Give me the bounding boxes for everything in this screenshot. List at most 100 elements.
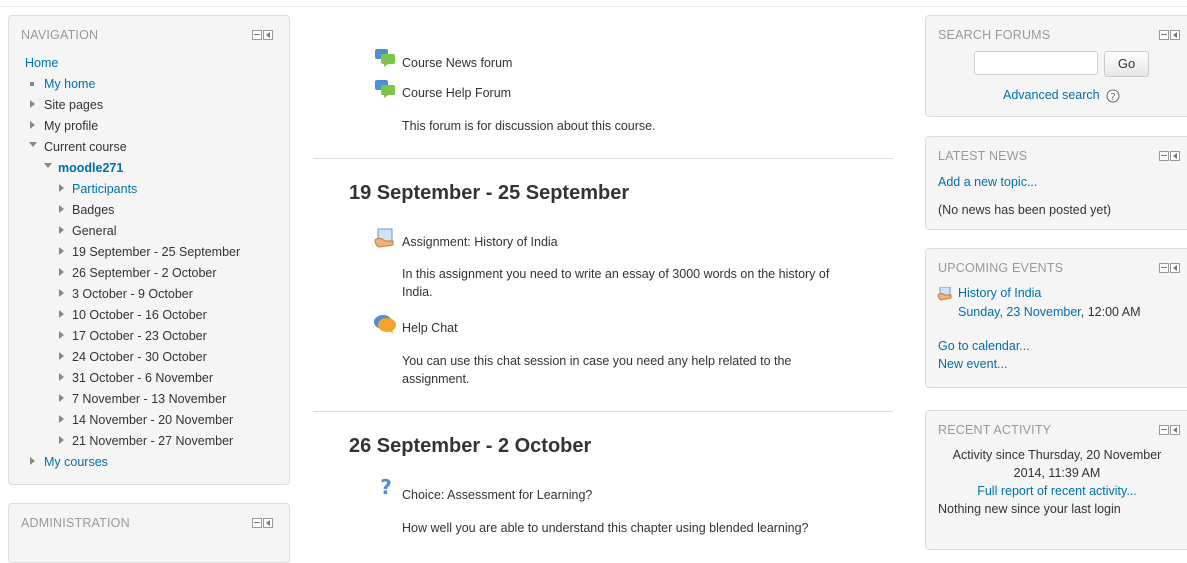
advanced-search-link[interactable]: Advanced search [1003, 88, 1100, 102]
nav-item-my-home[interactable]: My home [44, 77, 95, 91]
latest-news-block-controls [1159, 151, 1180, 161]
chat-description-line-2: assignment. [402, 372, 470, 386]
nav-item-week-2[interactable]: 26 September - 2 October [72, 266, 217, 280]
search-forums-title: SEARCH FORUMS [938, 28, 1051, 42]
expand-arrow-icon[interactable] [59, 436, 64, 444]
no-news-text: (No news has been posted yet) [938, 203, 1112, 217]
expand-arrow-icon[interactable] [30, 121, 35, 129]
expand-arrow-icon[interactable] [59, 352, 64, 360]
nav-item-site-pages[interactable]: Site pages [44, 98, 103, 112]
expand-arrow-icon[interactable] [59, 205, 64, 213]
activity-since-line-1: Activity since Thursday, 20 November [952, 448, 1162, 462]
event-date-link[interactable]: Sunday, 23 November [958, 305, 1081, 319]
recent-activity-block-controls [1159, 425, 1180, 435]
forum-icon [375, 80, 395, 98]
go-to-calendar-link[interactable]: Go to calendar... [938, 339, 1030, 353]
event-history-of-india-link[interactable]: History of India [958, 286, 1041, 300]
forum-icon [375, 49, 395, 67]
chat-description-line-1: You can use this chat session in case yo… [402, 354, 792, 368]
help-chat-link[interactable]: Help Chat [402, 319, 458, 337]
assignment-icon [374, 228, 394, 248]
expand-arrow-icon[interactable] [59, 289, 64, 297]
dock-icon[interactable] [263, 30, 273, 40]
question-icon: ? [380, 477, 392, 499]
dock-icon[interactable] [1170, 425, 1180, 435]
nav-home-link[interactable]: Home [25, 56, 58, 70]
nav-item-participants[interactable]: Participants [72, 182, 137, 196]
collapse-arrow-icon[interactable] [29, 142, 37, 147]
nav-item-week-3[interactable]: 3 October - 9 October [72, 287, 193, 301]
nav-item-week-7[interactable]: 31 October - 6 November [72, 371, 213, 385]
assignment-description-line-1: In this assignment you need to write an … [402, 267, 830, 281]
collapse-arrow-icon[interactable] [44, 163, 52, 168]
collapse-icon[interactable] [1159, 151, 1169, 161]
expand-arrow-icon[interactable] [59, 331, 64, 339]
event-date-line: Sunday, 23 November, 12:00 AM [958, 305, 1141, 319]
nav-item-week-8[interactable]: 7 November - 13 November [72, 392, 226, 406]
collapse-icon[interactable] [1159, 263, 1169, 273]
nav-item-week-10[interactable]: 21 November - 27 November [72, 434, 233, 448]
expand-arrow-icon[interactable] [30, 100, 35, 108]
bullet-icon [30, 82, 34, 86]
assignment-description-line-2: India. [402, 285, 433, 299]
expand-arrow-icon[interactable] [59, 226, 64, 234]
administration-block: ADMINISTRATION [8, 503, 290, 563]
new-event-link[interactable]: New event... [938, 357, 1007, 371]
nav-item-week-1[interactable]: 19 September - 25 September [72, 245, 240, 259]
nav-item-badges[interactable]: Badges [72, 203, 114, 217]
course-help-forum-link[interactable]: Course Help Forum [402, 84, 511, 102]
expand-arrow-icon[interactable] [59, 310, 64, 318]
expand-arrow-icon[interactable] [59, 268, 64, 276]
section-title-week-1: 19 September - 25 September [349, 182, 630, 204]
help-icon[interactable]: ? [1106, 89, 1120, 103]
top-divider [0, 6, 1187, 7]
nav-item-current-course[interactable]: Current course [44, 140, 127, 154]
nav-item-week-9[interactable]: 14 November - 20 November [72, 413, 233, 427]
nav-item-my-profile[interactable]: My profile [44, 119, 98, 133]
expand-arrow-icon[interactable] [59, 373, 64, 381]
nav-item-week-5[interactable]: 17 October - 23 October [72, 329, 207, 343]
dock-icon[interactable] [1170, 30, 1180, 40]
choice-description: How well you are able to understand this… [402, 521, 809, 535]
expand-arrow-icon[interactable] [30, 457, 35, 465]
event-time: , 12:00 AM [1080, 305, 1141, 319]
upcoming-events-title: UPCOMING EVENTS [938, 261, 1064, 275]
recent-activity-block: RECENT ACTIVITY Activity since Thursday,… [925, 410, 1187, 550]
assignment-history-of-india-link[interactable]: Assignment: History of India [402, 233, 558, 251]
collapse-icon[interactable] [252, 30, 262, 40]
expand-arrow-icon[interactable] [59, 247, 64, 255]
course-news-forum-link[interactable]: Course News forum [402, 54, 512, 72]
section-title-week-2: 26 September - 2 October [349, 435, 592, 457]
full-report-link[interactable]: Full report of recent activity... [926, 484, 1187, 498]
collapse-icon[interactable] [1159, 425, 1169, 435]
collapse-icon[interactable] [252, 518, 262, 528]
dock-icon[interactable] [1170, 151, 1180, 161]
chat-icon [374, 315, 396, 334]
dock-icon[interactable] [1170, 263, 1180, 273]
nav-item-week-6[interactable]: 24 October - 30 October [72, 350, 207, 364]
latest-news-block: LATEST NEWS Add a new topic... (No news … [925, 136, 1187, 230]
nav-item-week-4[interactable]: 10 October - 16 October [72, 308, 207, 322]
dock-icon[interactable] [263, 518, 273, 528]
recent-activity-title: RECENT ACTIVITY [938, 423, 1052, 437]
expand-arrow-icon[interactable] [59, 184, 64, 192]
nav-item-moodle271[interactable]: moodle271 [58, 161, 123, 175]
svg-text:?: ? [1110, 92, 1115, 103]
svg-text:?: ? [380, 477, 392, 499]
assignment-icon [937, 287, 952, 301]
search-forums-input[interactable] [974, 51, 1098, 75]
search-forums-block-controls [1159, 30, 1180, 40]
nav-item-general[interactable]: General [72, 224, 116, 238]
expand-arrow-icon[interactable] [59, 415, 64, 423]
upcoming-events-block-controls [1159, 263, 1180, 273]
activity-since-line-2: 2014, 11:39 AM [1013, 466, 1101, 480]
nav-item-my-courses[interactable]: My courses [44, 455, 108, 469]
search-forums-block: SEARCH FORUMS Go Advanced search ? [925, 15, 1187, 117]
choice-assessment-link[interactable]: Choice: Assessment for Learning? [402, 486, 592, 504]
search-go-button[interactable]: Go [1104, 51, 1149, 77]
upcoming-events-block: UPCOMING EVENTS History of India Sunday,… [925, 248, 1187, 388]
navigation-block-controls [252, 30, 273, 40]
expand-arrow-icon[interactable] [59, 394, 64, 402]
collapse-icon[interactable] [1159, 30, 1169, 40]
add-new-topic-link[interactable]: Add a new topic... [938, 175, 1037, 189]
